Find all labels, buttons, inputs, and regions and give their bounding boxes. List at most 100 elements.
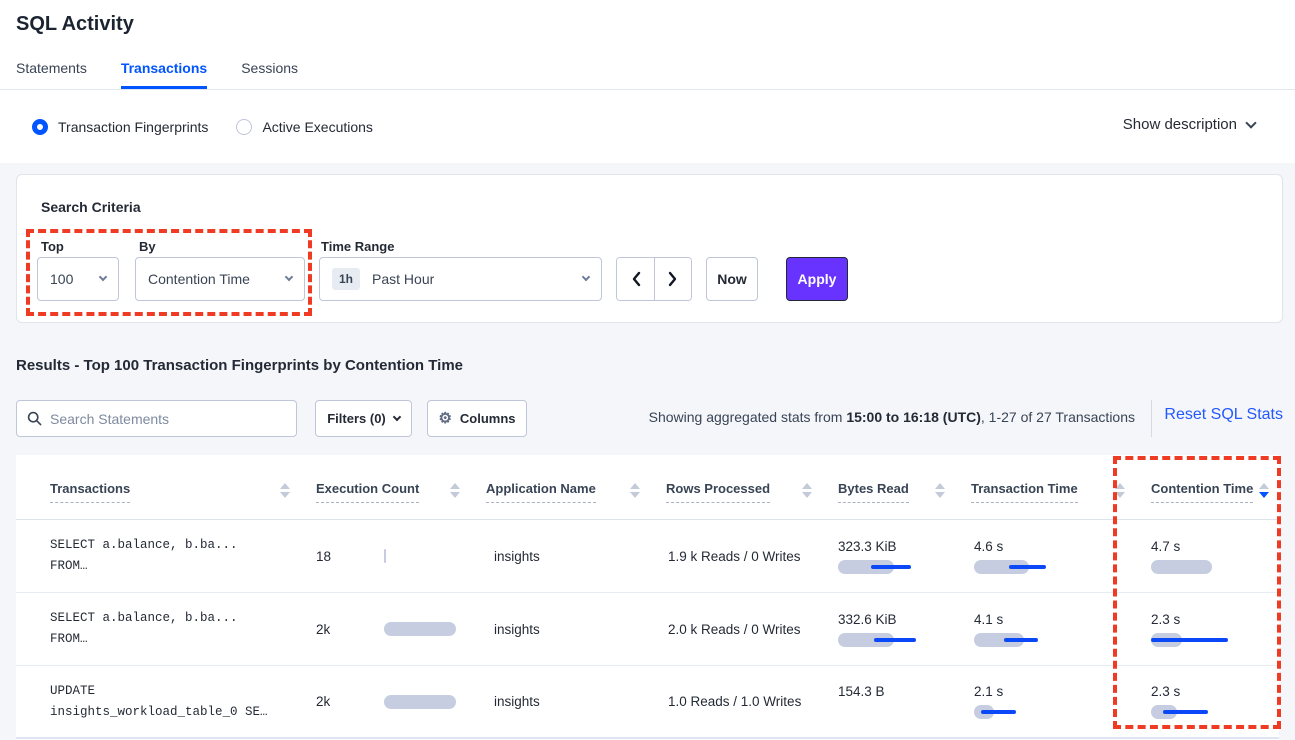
sort-icon[interactable] [450, 483, 460, 498]
search-statements-field[interactable] [16, 400, 297, 437]
rows-processed-cell: 1.9 k Reads / 0 Writes [650, 549, 822, 564]
radio-unselected-icon [236, 119, 252, 135]
table-header-row: Transactions Execution Count Application… [16, 455, 1279, 520]
search-statements-input[interactable] [50, 411, 286, 427]
tab-sessions[interactable]: Sessions [241, 60, 298, 88]
time-range-badge: 1h [332, 268, 360, 290]
time-nav-group [616, 257, 692, 301]
col-header-application-name[interactable]: Application Name [470, 455, 650, 519]
chevron-down-icon [393, 413, 401, 421]
transactions-table: Transactions Execution Count Application… [16, 455, 1279, 740]
table-row[interactable]: SELECT a.balance, b.ba... FROM… 18 insig… [16, 520, 1279, 593]
filters-label: Filters (0) [327, 411, 386, 426]
page-title: SQL Activity [16, 13, 134, 36]
results-heading: Results - Top 100 Transaction Fingerprin… [16, 357, 463, 374]
bytes-read-cell: 332.6 KiB [822, 612, 955, 647]
application-name-cell: insights [470, 694, 650, 709]
radio-active-executions[interactable]: Active Executions [236, 119, 373, 135]
bytes-read-cell: 154.3 B [822, 684, 955, 719]
table-row[interactable]: UPDATE insights_workload_table_0 SE… 2k … [16, 666, 1279, 739]
contention-time-cell: 4.7 s [1135, 539, 1279, 574]
contention-time-cell: 2.3 s [1135, 684, 1279, 719]
time-range-select[interactable]: 1h Past Hour [319, 257, 602, 301]
tab-transactions[interactable]: Transactions [121, 60, 207, 88]
now-button[interactable]: Now [706, 257, 758, 301]
filters-button[interactable]: Filters (0) [315, 400, 412, 437]
by-label: By [139, 239, 156, 254]
radio-selected-icon [32, 119, 48, 135]
contention-time-bar [1151, 705, 1271, 719]
transaction-time-cell: 4.6 s [955, 539, 1135, 574]
reset-sql-stats-link[interactable]: Reset SQL Stats [1164, 406, 1283, 424]
apply-button[interactable]: Apply [786, 257, 848, 301]
execution-count-cell: 18 [300, 549, 470, 564]
radio-label: Active Executions [262, 119, 373, 135]
sort-icon[interactable] [280, 483, 290, 498]
execution-count-cell: 2k [300, 622, 470, 637]
show-description-label: Show description [1123, 116, 1237, 133]
tab-statements[interactable]: Statements [16, 60, 87, 88]
gear-icon: ⚙ [438, 411, 451, 426]
transaction-fingerprint-link[interactable]: UPDATE insights_workload_table_0 SE… [16, 681, 300, 723]
by-select[interactable]: Contention Time [135, 257, 305, 301]
stats-divider [1151, 400, 1152, 437]
execution-count-bar [384, 622, 464, 636]
search-criteria-heading: Search Criteria [41, 199, 141, 215]
show-description-toggle[interactable]: Show description [1123, 116, 1255, 133]
application-name-cell: insights [470, 549, 650, 564]
chevron-down-icon [582, 273, 590, 281]
stats-time-range: 15:00 to 16:18 (UTC) [846, 409, 981, 425]
chevron-down-icon [1245, 117, 1256, 128]
aggregated-stats-text: Showing aggregated stats from 15:00 to 1… [649, 409, 1135, 425]
sort-icon[interactable] [935, 483, 945, 498]
contention-time-bar [1151, 633, 1271, 647]
col-header-bytes-read[interactable]: Bytes Read [822, 455, 955, 519]
sql-activity-page: SQL Activity Statements Transactions Ses… [0, 0, 1295, 740]
chevron-down-icon [285, 273, 293, 281]
chevron-left-icon [631, 271, 641, 287]
top-label: Top [41, 239, 64, 254]
col-header-rows-processed[interactable]: Rows Processed [650, 455, 822, 519]
sort-icon[interactable] [802, 483, 812, 498]
col-header-transaction-time[interactable]: Transaction Time [955, 455, 1135, 519]
col-header-execution-count[interactable]: Execution Count [300, 455, 470, 519]
time-range-value: Past Hour [372, 271, 583, 287]
time-next-button[interactable] [654, 258, 691, 300]
rows-processed-cell: 1.0 Reads / 1.0 Writes [650, 694, 822, 709]
table-row[interactable]: SELECT a.balance, b.ba... FROM… 2k insig… [16, 593, 1279, 666]
radio-transaction-fingerprints[interactable]: Transaction Fingerprints [32, 119, 208, 135]
time-prev-button[interactable] [617, 258, 654, 300]
by-select-value: Contention Time [148, 271, 286, 287]
view-toggle-bar: Transaction Fingerprints Active Executio… [0, 90, 1295, 163]
sort-icon-active-desc[interactable] [1259, 483, 1269, 498]
rows-processed-cell: 2.0 k Reads / 0 Writes [650, 622, 822, 637]
radio-label: Transaction Fingerprints [58, 119, 208, 135]
tab-bar: Statements Transactions Sessions [16, 60, 298, 88]
columns-label: Columns [460, 411, 516, 426]
sort-icon[interactable] [1115, 483, 1125, 498]
chevron-right-icon [668, 271, 678, 287]
col-header-contention-time[interactable]: Contention Time [1135, 455, 1279, 519]
transaction-time-bar [974, 633, 1094, 647]
transaction-fingerprint-link[interactable]: SELECT a.balance, b.ba... FROM… [16, 535, 300, 577]
transaction-time-cell: 4.1 s [955, 612, 1135, 647]
transaction-time-bar [974, 705, 1094, 719]
execution-count-cell: 2k [300, 694, 470, 709]
execution-count-bar [384, 549, 464, 563]
bytes-read-cell: 323.3 KiB [822, 539, 955, 574]
contention-time-bar [1151, 560, 1271, 574]
chevron-down-icon [99, 273, 107, 281]
transaction-time-cell: 2.1 s [955, 684, 1135, 719]
top-select-value: 100 [50, 271, 100, 287]
sort-icon[interactable] [630, 483, 640, 498]
top-select[interactable]: 100 [37, 257, 119, 301]
application-name-cell: insights [470, 622, 650, 637]
transaction-fingerprint-link[interactable]: SELECT a.balance, b.ba... FROM… [16, 608, 300, 650]
transaction-time-bar [974, 560, 1094, 574]
view-radio-group: Transaction Fingerprints Active Executio… [32, 90, 373, 163]
time-range-label: Time Range [321, 239, 394, 254]
search-icon [27, 411, 42, 426]
contention-time-cell: 2.3 s [1135, 612, 1279, 647]
columns-button[interactable]: ⚙ Columns [427, 400, 527, 437]
col-header-transactions[interactable]: Transactions [16, 455, 300, 519]
